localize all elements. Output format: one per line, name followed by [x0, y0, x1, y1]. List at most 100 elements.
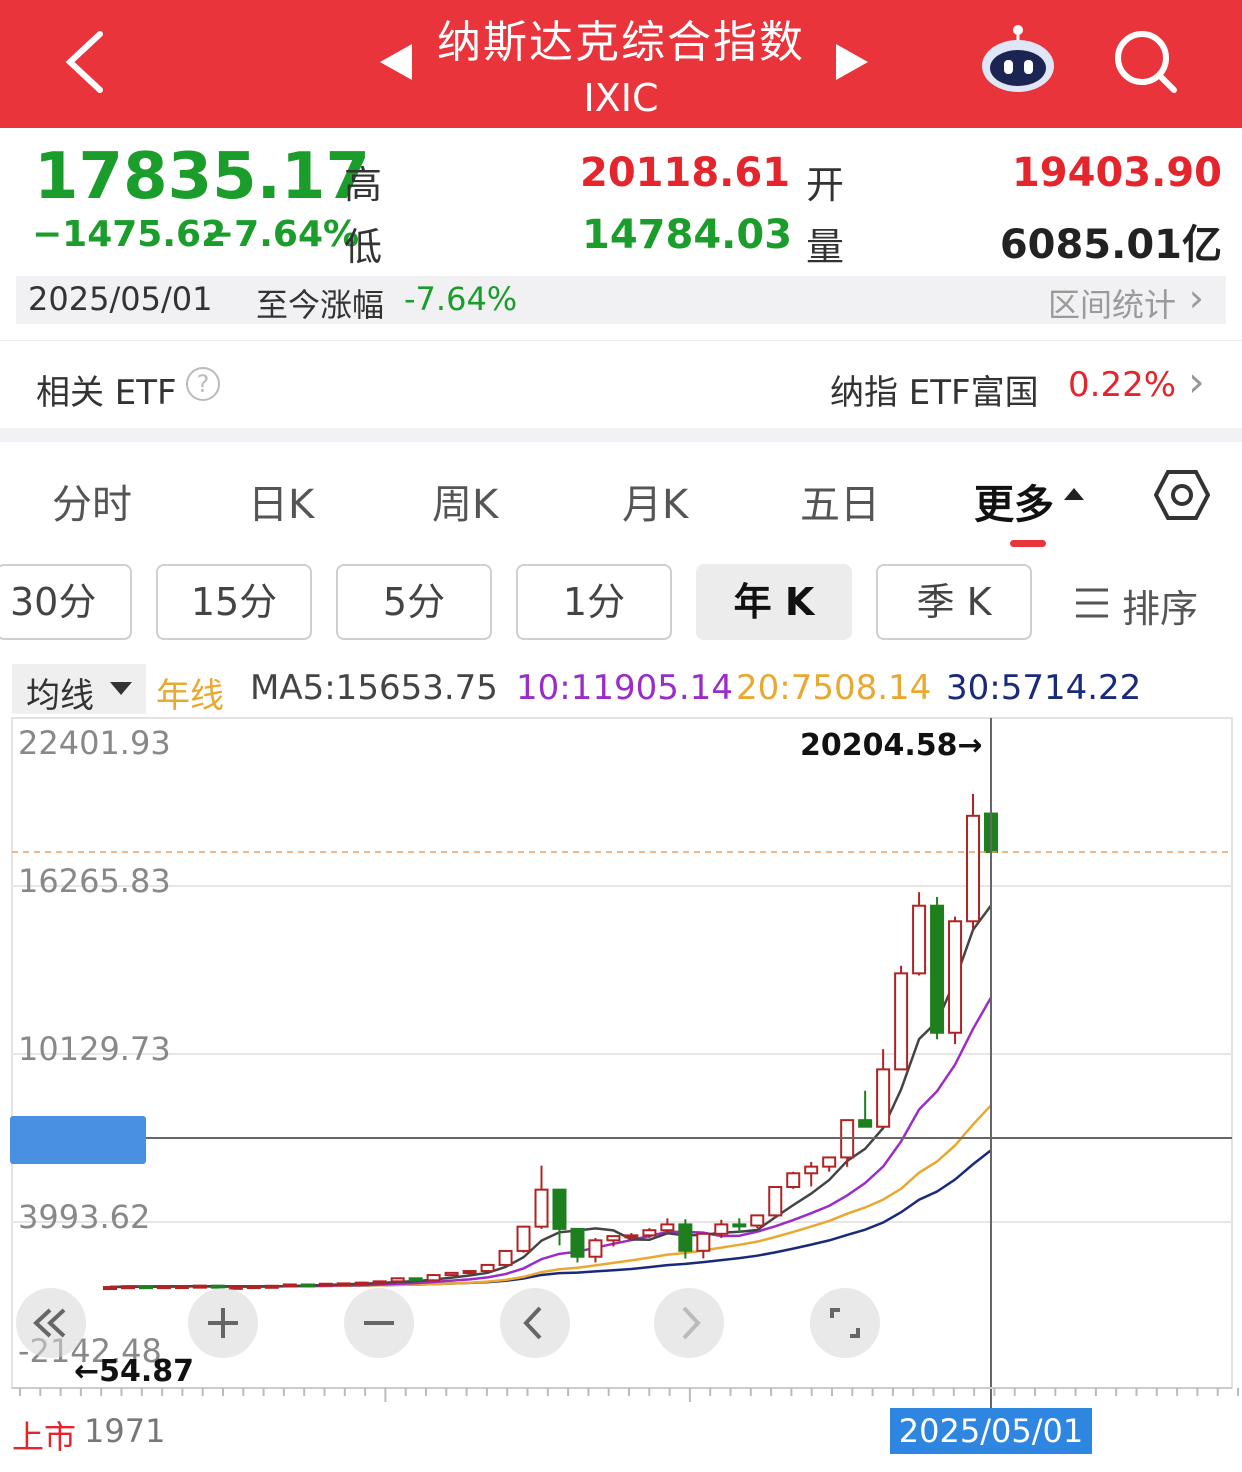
chevron-right-icon [682, 1306, 701, 1340]
candle [552, 1188, 567, 1246]
y-tick-label: 22401.93 [18, 724, 171, 762]
candle-body [264, 1284, 279, 1289]
candle-body [642, 1229, 657, 1237]
max-annotation: 20204.58→ [800, 728, 983, 763]
candle-body [822, 1156, 837, 1168]
candle [354, 1281, 369, 1286]
candle [264, 1284, 279, 1289]
candle-body [894, 972, 909, 1071]
candle-body [318, 1282, 333, 1287]
candle [966, 793, 981, 929]
ma10-line [109, 996, 993, 1289]
candle-body [714, 1223, 729, 1235]
candle-body [858, 1119, 873, 1128]
candle-body [912, 904, 927, 975]
candle [174, 1285, 189, 1290]
candle-body [786, 1172, 801, 1189]
candle-body [624, 1234, 639, 1239]
candle-body [930, 904, 945, 1034]
ma30-line [109, 1149, 992, 1289]
candle-body [804, 1165, 819, 1175]
candle-body [678, 1223, 693, 1252]
cursor-date-label: 2025/05/01 [890, 1408, 1092, 1454]
min-annotation: ←54.87 [74, 1354, 195, 1389]
candle [156, 1285, 171, 1290]
listing-label: 上市 [12, 1418, 77, 1456]
candle-body [768, 1186, 783, 1217]
candle [822, 1156, 837, 1172]
candle [318, 1282, 333, 1287]
candle [696, 1232, 711, 1259]
candle-body [534, 1188, 549, 1228]
scroll-start-button[interactable] [16, 1288, 86, 1358]
y-tick-label: 10129.73 [18, 1030, 171, 1068]
candle [786, 1171, 801, 1189]
candle-body [660, 1223, 675, 1232]
candle [516, 1225, 531, 1253]
candle [138, 1285, 153, 1290]
candle [750, 1214, 765, 1229]
fullscreen-button[interactable] [810, 1288, 880, 1358]
candle-body [588, 1239, 603, 1258]
candle-body [354, 1281, 369, 1286]
candle [336, 1282, 351, 1287]
candle-body [516, 1225, 531, 1252]
y-tick-label: 16265.83 [18, 862, 171, 900]
zoom-in-button[interactable] [188, 1288, 258, 1358]
candle-body [876, 1068, 891, 1128]
ma5-line [109, 904, 993, 1289]
chevron-left-icon [523, 1306, 542, 1340]
candle-body [606, 1235, 621, 1242]
candle [570, 1227, 585, 1263]
candle-body [966, 814, 981, 923]
candle-body [336, 1282, 351, 1287]
candle [660, 1218, 675, 1234]
candle [300, 1283, 315, 1288]
price-cursor-label [10, 1116, 146, 1164]
candle-body [750, 1214, 765, 1227]
candle [534, 1165, 549, 1229]
scroll-right-button[interactable] [654, 1288, 724, 1358]
candle [876, 1049, 891, 1128]
candle [948, 916, 963, 1045]
candle-body [732, 1223, 747, 1228]
candle [840, 1119, 855, 1167]
candle [804, 1161, 819, 1187]
candle-body [120, 1285, 135, 1290]
zoom-out-icon [364, 1321, 394, 1325]
candle-body [372, 1280, 387, 1285]
candle-body [462, 1270, 477, 1275]
double-chevron-left-icon [33, 1308, 66, 1338]
candle [768, 1186, 783, 1219]
scroll-left-button[interactable] [500, 1288, 570, 1358]
candle [103, 1286, 117, 1291]
candle [498, 1249, 513, 1266]
candle-body [696, 1232, 711, 1252]
candle [444, 1271, 459, 1277]
candle-body [408, 1277, 423, 1282]
candle-body [138, 1285, 153, 1290]
zoom-in-icon [208, 1308, 238, 1338]
candle-body [444, 1271, 459, 1277]
candle-body [948, 920, 963, 1034]
ma20-line [109, 1104, 992, 1289]
fullscreen-icon [830, 1308, 860, 1338]
candle-body [552, 1188, 567, 1230]
candle [120, 1285, 135, 1290]
candle-body [390, 1277, 405, 1283]
candle-body [426, 1274, 441, 1282]
candle-body [103, 1286, 117, 1291]
candle-body [156, 1285, 171, 1290]
candle-body [300, 1283, 315, 1288]
candle [858, 1090, 873, 1128]
y-tick-label: 3993.62 [18, 1198, 151, 1236]
candle-body [174, 1285, 189, 1290]
candle [912, 892, 927, 976]
candle [408, 1277, 423, 1282]
candlestick-chart[interactable] [0, 0, 1242, 1472]
zoom-out-button[interactable] [344, 1288, 414, 1358]
candle-body [480, 1263, 495, 1273]
candle [588, 1237, 603, 1263]
candle [480, 1263, 495, 1273]
candle-body [570, 1227, 585, 1258]
